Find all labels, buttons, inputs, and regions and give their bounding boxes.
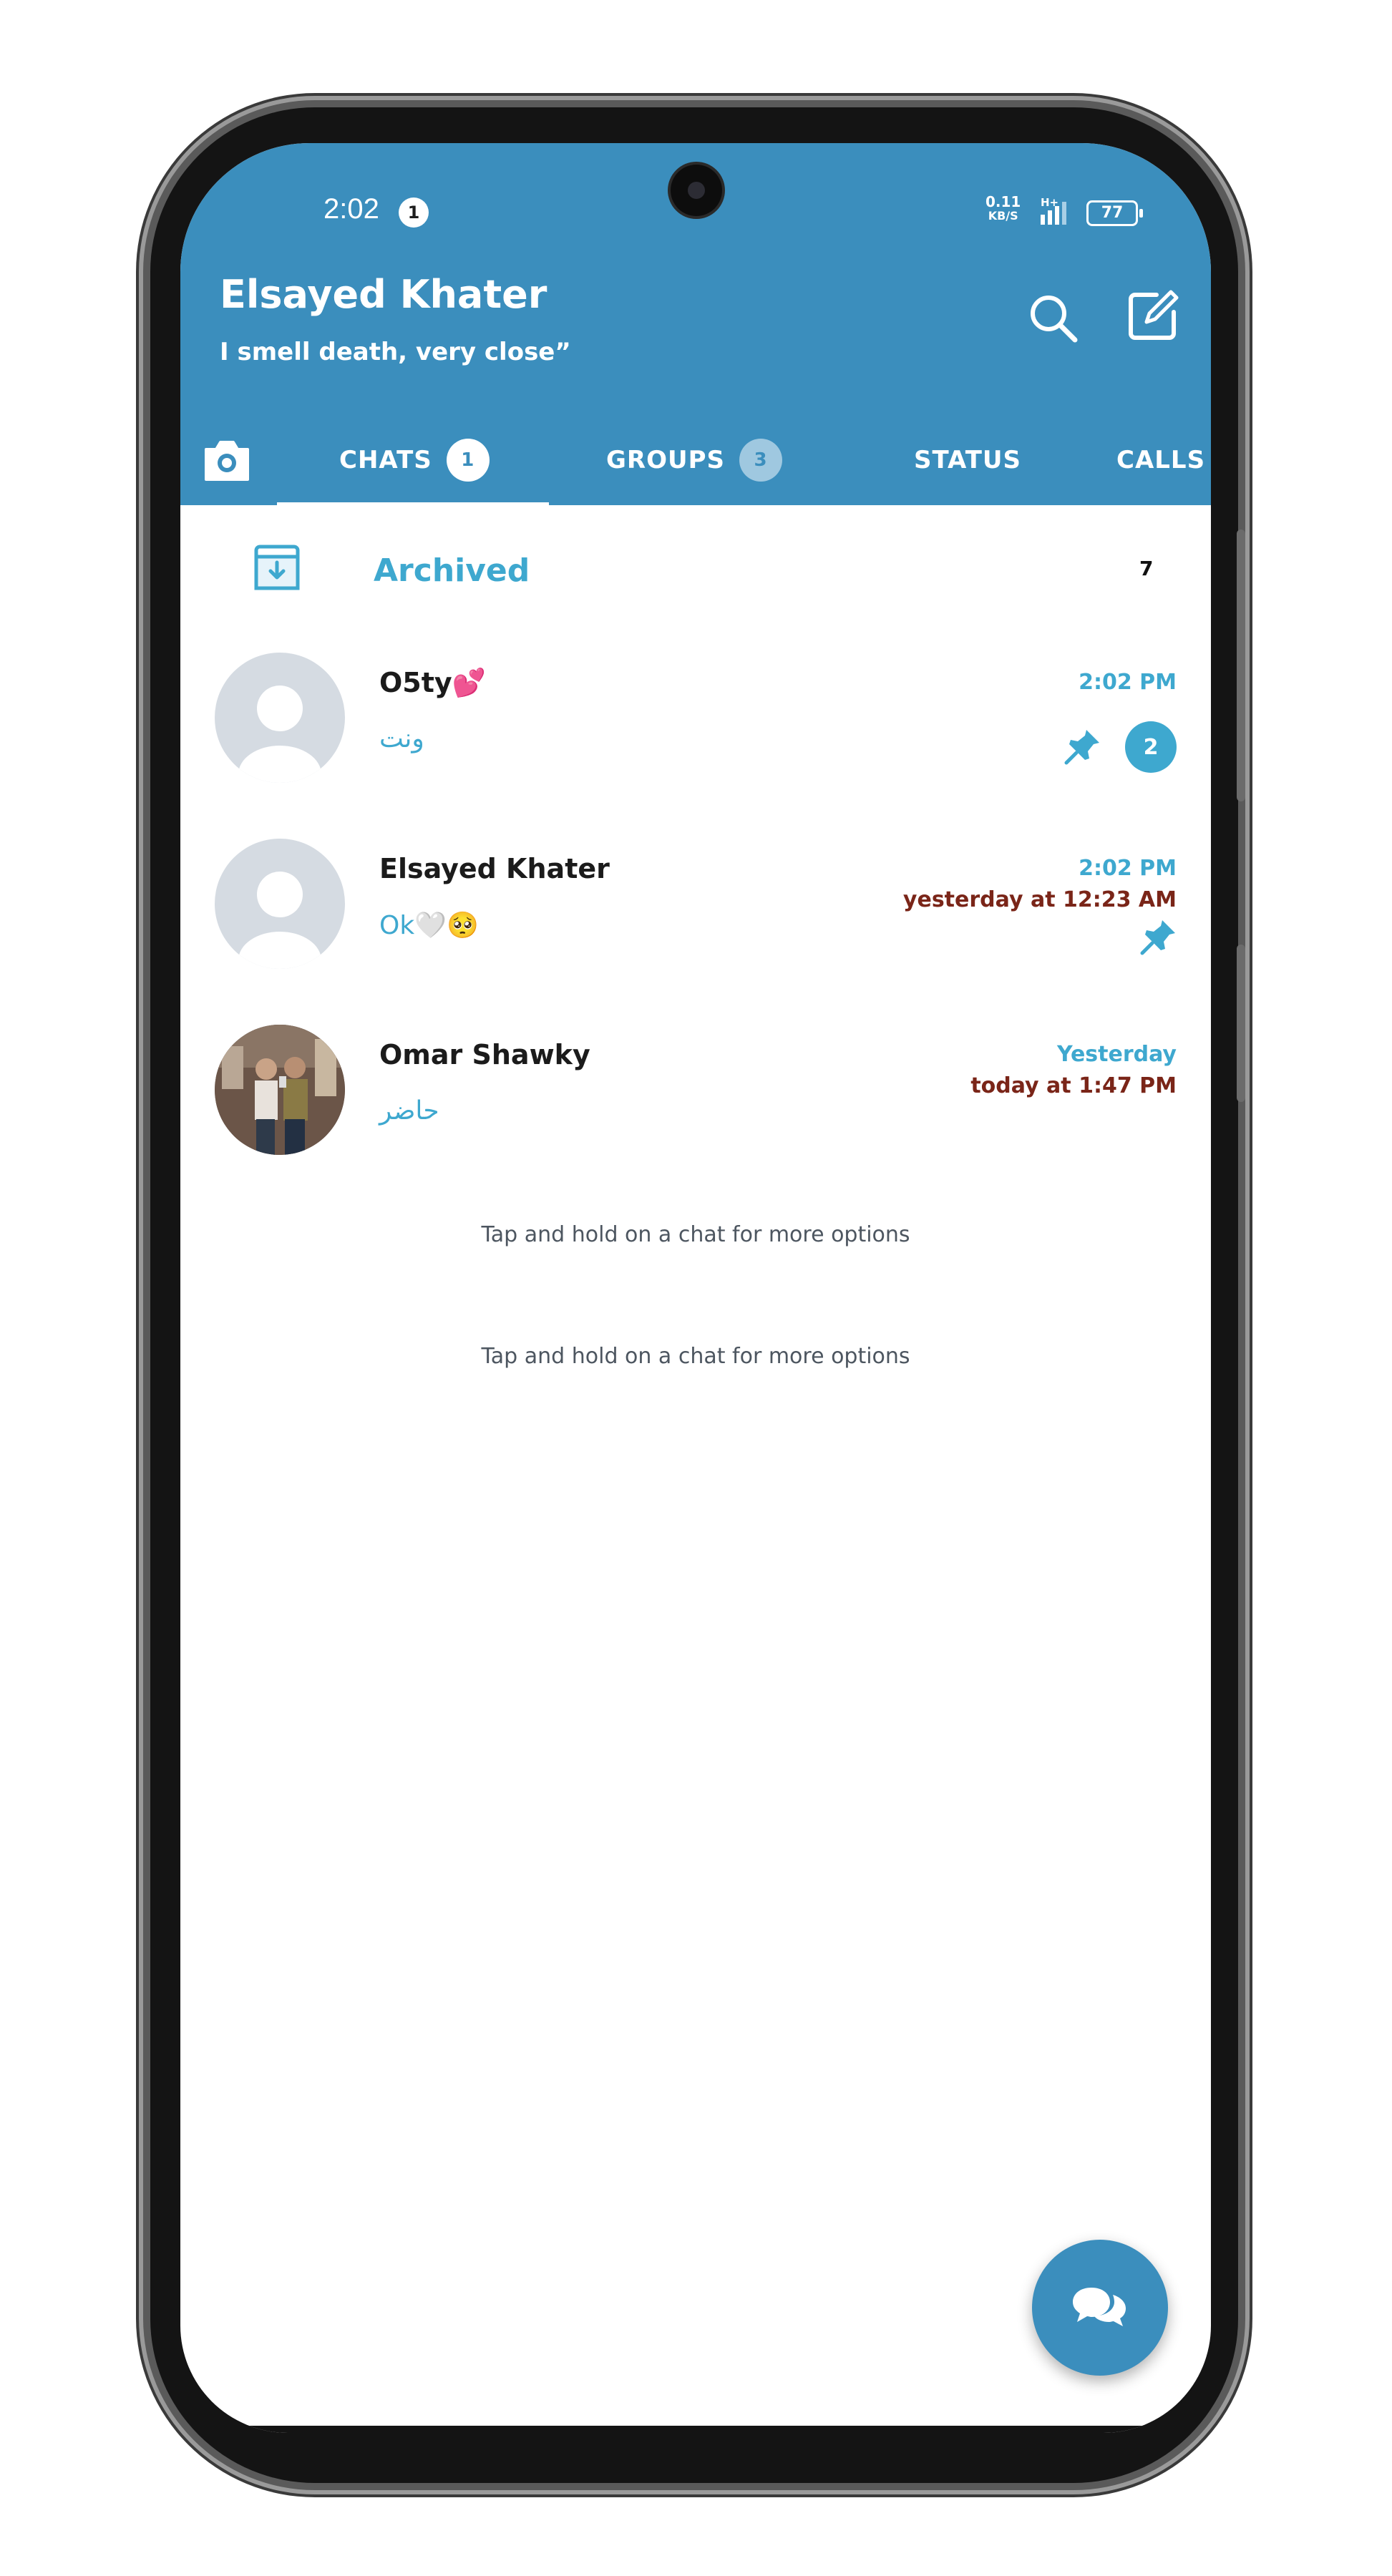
chat-preview: حاضر [379,1096,439,1126]
avatar[interactable] [215,653,345,783]
network-speed-value: 0.11 [985,193,1021,210]
archived-label: Archived [374,552,530,589]
unread-count-badge: 2 [1125,721,1177,773]
last-seen-text: yesterday at 12:23 AM [902,887,1177,912]
signal-icon: H+ [1039,196,1074,228]
app-screen: 2:02 1 0.11 KB/S H+ 77 Elsayed Khater I … [180,143,1211,2433]
status-time: 2:02 [323,193,379,225]
hint-text: Tap and hold on a chat for more options [481,1344,910,1369]
pin-icon [1062,727,1102,767]
chat-preview: ونت [379,724,424,753]
bottom-bezel [180,2426,1211,2433]
tab-status-label: STATUS [914,446,1022,474]
tab-calls[interactable]: CALLS [1116,415,1205,505]
tab-groups[interactable]: GROUPS 3 [606,415,783,505]
tab-chats[interactable]: CHATS 1 [339,415,490,505]
chat-time: 2:02 PM [1079,670,1177,695]
network-speed-unit: KB/S [988,209,1018,223]
pin-icon [1138,917,1178,957]
archive-icon [252,542,302,592]
chat-time: Yesterday [1056,1042,1177,1067]
header-title: Elsayed Khater [220,272,547,317]
battery-indicator: 77 [1086,200,1143,226]
tab-groups-badge: 3 [739,439,783,482]
tab-chats-badge: 1 [446,439,490,482]
archived-count: 7 [1139,557,1154,580]
header-subtitle: I smell death, very close” [220,338,571,366]
chat-bubbles-icon [1070,2283,1130,2332]
app-header: 2:02 1 0.11 KB/S H+ 77 Elsayed Khater I … [180,143,1211,505]
chat-name: Elsayed Khater [379,853,610,884]
archived-row[interactable]: Archived 7 [180,505,1211,634]
chat-name: Omar Shawky [379,1039,590,1070]
chat-row[interactable]: Omar Shawky حاضر Yesterday today at 1:47… [180,1006,1211,1192]
tab-bar: CHATS 1 GROUPS 3 STATUS CALLS [180,415,1211,505]
tab-calls-label: CALLS [1116,446,1206,474]
front-camera [671,165,722,216]
chat-row[interactable]: O5ty💕 ونت 2:02 PM 2 [180,634,1211,820]
last-seen-text: today at 1:47 PM [970,1073,1177,1098]
chat-time: 2:02 PM [1079,856,1177,881]
camera-icon[interactable] [202,436,252,484]
notification-count-badge: 1 [399,197,429,228]
chat-row[interactable]: Elsayed Khater Ok🤍🥺 2:02 PM yesterday at… [180,820,1211,1006]
tab-status[interactable]: STATUS [914,415,1021,505]
chat-preview: Ok🤍🥺 [379,911,479,940]
compose-icon[interactable] [1125,286,1182,343]
tab-groups-label: GROUPS [606,446,726,474]
network-speed: 0.11 KB/S [985,195,1021,223]
new-chat-button[interactable] [1032,2240,1168,2376]
chat-name: O5ty💕 [379,667,486,698]
hint-text: Tap and hold on a chat for more options [481,1222,910,1247]
tab-chats-label: CHATS [339,446,432,474]
power-button [1237,945,1245,1102]
avatar-photo[interactable] [215,1025,345,1155]
search-icon[interactable] [1025,290,1082,347]
avatar[interactable] [215,839,345,969]
volume-button [1237,530,1245,801]
